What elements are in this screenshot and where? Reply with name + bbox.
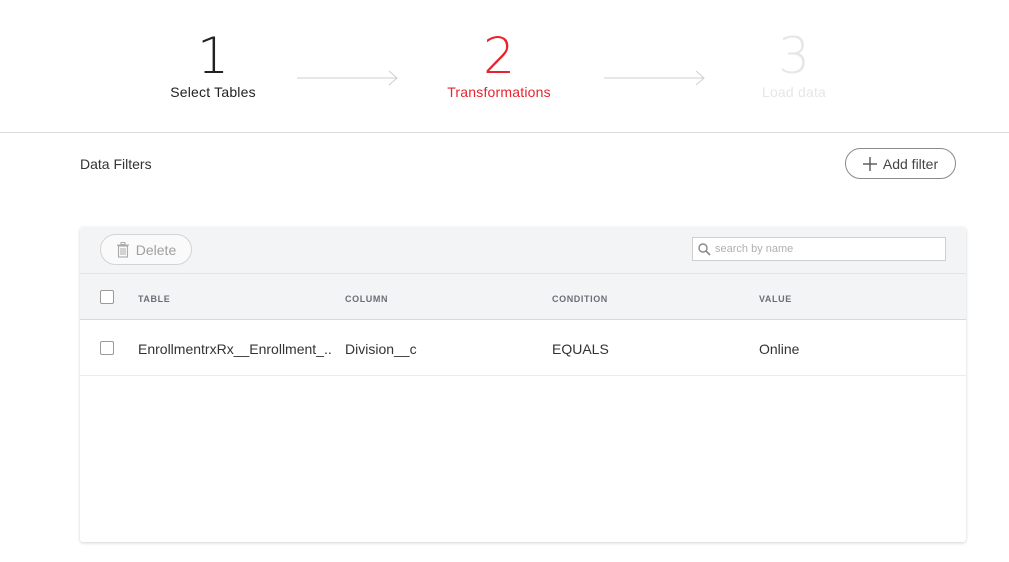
plus-icon: [862, 156, 877, 171]
select-all-checkbox[interactable]: [100, 290, 114, 304]
wizard-step-1[interactable]: 1 Select Tables: [133, 30, 293, 100]
arrow-right-icon: [604, 70, 705, 86]
search-box[interactable]: [692, 237, 946, 261]
cell-condition: EQUALS: [552, 341, 609, 357]
search-input[interactable]: [715, 243, 935, 255]
step-number: 3: [778, 27, 810, 85]
header-table[interactable]: TABLE: [138, 294, 170, 304]
trash-icon: [116, 241, 129, 258]
add-filter-label: Add filter: [882, 155, 939, 172]
search-icon: [698, 242, 711, 256]
add-filter-button[interactable]: Add filter: [845, 148, 956, 179]
header-condition[interactable]: CONDITION: [552, 294, 608, 304]
header-column[interactable]: COLUMN: [345, 294, 388, 304]
wizard-step-3[interactable]: 3 Load data: [714, 30, 874, 100]
cell-table: EnrollmentrxRx__Enrollment_..: [138, 341, 332, 357]
table-toolbar: Delete: [80, 227, 966, 274]
arrow-right-icon: [297, 70, 398, 86]
step-number: 1: [197, 27, 229, 85]
delete-button[interactable]: Delete: [100, 234, 192, 265]
wizard-step-2[interactable]: 2 Transformations: [419, 30, 579, 100]
step-label: Select Tables: [170, 84, 256, 100]
step-label: Transformations: [447, 84, 551, 100]
cell-value: Online: [759, 341, 800, 357]
filters-table: Delete TABLE COLUMN CONDITION VALUE Enro…: [80, 227, 966, 542]
row-checkbox[interactable]: [100, 341, 114, 355]
cell-column: Division__c: [345, 341, 417, 357]
wizard-steps: 1 Select Tables 2 Transformations 3 Load…: [0, 0, 1009, 133]
table-row[interactable]: EnrollmentrxRx__Enrollment_.. Division__…: [80, 321, 966, 376]
header-value[interactable]: VALUE: [759, 294, 792, 304]
section-title: Data Filters: [80, 156, 152, 172]
step-label: Load data: [761, 84, 827, 100]
table-header: TABLE COLUMN CONDITION VALUE: [80, 274, 966, 320]
delete-label: Delete: [135, 241, 177, 258]
step-number: 2: [483, 27, 515, 85]
